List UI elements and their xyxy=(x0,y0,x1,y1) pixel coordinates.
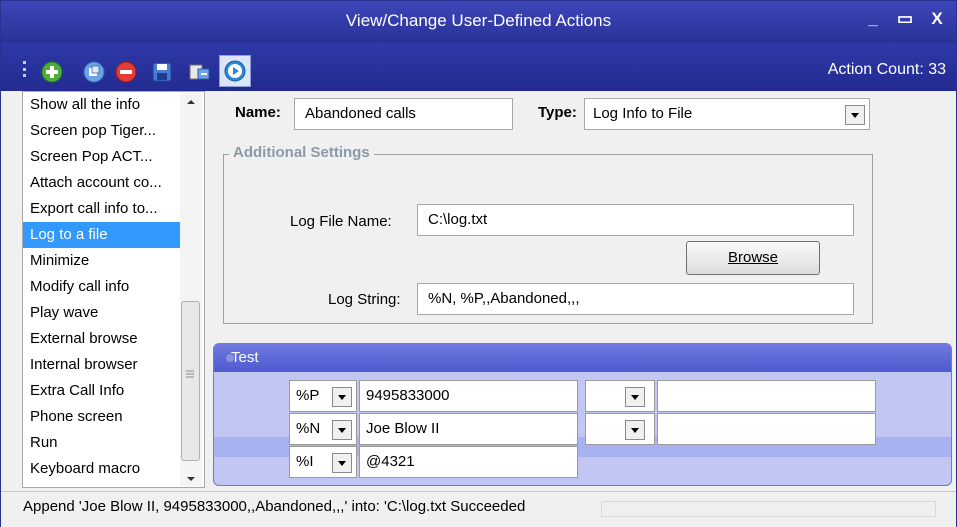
scroll-up-arrow-icon[interactable] xyxy=(184,97,198,107)
toolbar-grip[interactable] xyxy=(23,61,29,77)
test-code-dropdown-icon[interactable] xyxy=(332,453,352,473)
name-input[interactable]: Abandoned calls xyxy=(294,98,513,130)
type-select[interactable]: Log Info to File xyxy=(584,98,870,130)
status-text: Append 'Joe Blow II, 9495833000,,Abandon… xyxy=(23,498,526,515)
type-dropdown-arrow-icon[interactable] xyxy=(845,105,865,125)
list-scrollbar-thumb[interactable] xyxy=(181,301,200,461)
test-code-value: %I xyxy=(296,453,314,470)
list-item[interactable]: Export call info to... xyxy=(23,196,181,222)
list-item[interactable]: External browse xyxy=(23,326,181,352)
log-string-input[interactable]: %N, %P,,Abandoned,,, xyxy=(417,283,854,315)
additional-settings-title: Additional Settings xyxy=(229,144,374,161)
list-item[interactable]: Screen pop Tiger... xyxy=(23,118,181,144)
type-label: Type: xyxy=(538,104,577,121)
list-item[interactable]: Attach account co... xyxy=(23,170,181,196)
minimize-button[interactable]: _ xyxy=(863,9,883,29)
test-value-input[interactable]: @4321 xyxy=(359,446,578,478)
test-panel-header xyxy=(214,344,951,372)
list-item[interactable]: Internal browser xyxy=(23,352,181,378)
list-item[interactable]: Play wave xyxy=(23,300,181,326)
list-item[interactable]: Extra Call Info xyxy=(23,378,181,404)
window-title: View/Change User-Defined Actions xyxy=(345,11,612,30)
test-code-dropdown-icon[interactable] xyxy=(625,387,645,407)
log-file-name-label: Log File Name: xyxy=(290,213,392,230)
list-item[interactable]: Screen Pop ACT... xyxy=(23,144,181,170)
test-value-input[interactable] xyxy=(657,413,876,445)
toolbar xyxy=(1,43,956,91)
test-code-dropdown-icon[interactable] xyxy=(332,387,352,407)
list-item[interactable]: Modify call info xyxy=(23,274,181,300)
browse-button[interactable]: Browse xyxy=(686,241,820,275)
type-select-value: Log Info to File xyxy=(593,105,693,122)
scroll-down-arrow-icon[interactable] xyxy=(184,474,198,484)
list-item[interactable]: Phone screen xyxy=(23,404,181,430)
run-icon[interactable] xyxy=(224,60,246,82)
status-progress xyxy=(601,501,936,517)
list-item[interactable]: Keyboard macro xyxy=(23,456,181,482)
close-button[interactable]: X xyxy=(927,9,947,29)
maximize-button[interactable]: ▭ xyxy=(895,9,915,29)
test-value-input[interactable] xyxy=(657,380,876,412)
test-code-dropdown-icon[interactable] xyxy=(332,420,352,440)
actions-list[interactable]: Show all the info Screen pop Tiger... Sc… xyxy=(22,91,205,488)
export-icon[interactable] xyxy=(187,61,210,83)
test-value-input[interactable]: Joe Blow II xyxy=(359,413,578,445)
list-item[interactable]: Minimize xyxy=(23,248,181,274)
log-string-label: Log String: xyxy=(328,291,401,308)
save-icon[interactable] xyxy=(151,61,173,83)
name-label: Name: xyxy=(235,104,281,121)
list-item[interactable]: Run xyxy=(23,430,181,456)
add-icon[interactable] xyxy=(41,61,63,83)
title-bar: View/Change User-Defined Actions _ ▭ X xyxy=(1,1,956,43)
scroll-grip-icon xyxy=(186,370,194,378)
list-item[interactable]: Show all the info xyxy=(23,92,181,118)
main-window: View/Change User-Defined Actions _ ▭ X A… xyxy=(0,0,957,527)
test-code-dropdown-icon[interactable] xyxy=(625,420,645,440)
delete-icon[interactable] xyxy=(115,61,137,83)
test-code-value: %N xyxy=(296,420,321,437)
copy-icon[interactable] xyxy=(83,61,105,83)
test-value-input[interactable]: 9495833000 xyxy=(359,380,578,412)
action-count: Action Count: 33 xyxy=(827,61,946,78)
test-panel-title: Test xyxy=(231,349,259,366)
log-file-name-input[interactable]: C:\log.txt xyxy=(417,204,854,236)
list-item-selected[interactable]: Log to a file xyxy=(23,222,181,248)
test-code-value: %P xyxy=(296,387,320,404)
